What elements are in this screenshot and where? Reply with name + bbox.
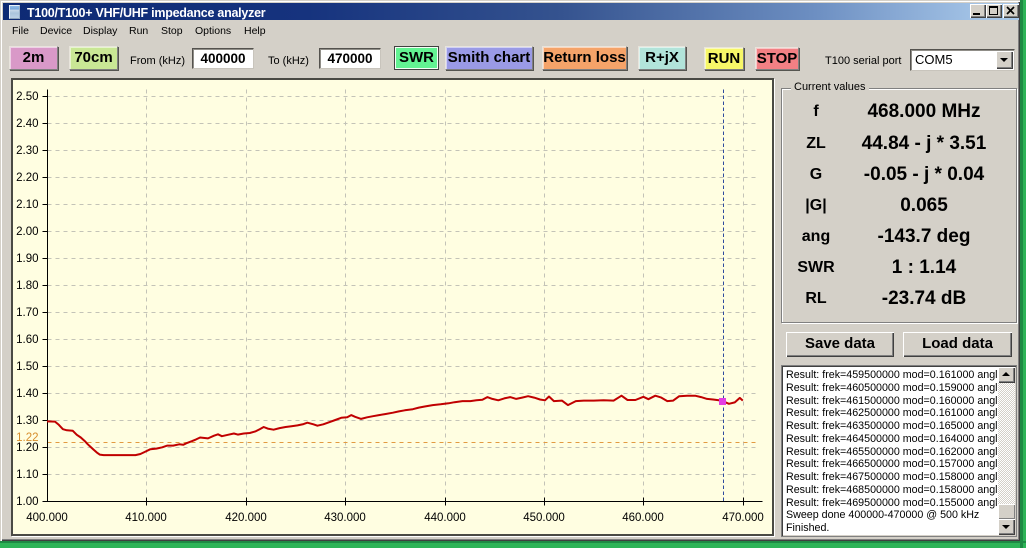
svg-text:430.000: 430.000 xyxy=(324,512,366,524)
svg-text:2.00: 2.00 xyxy=(16,226,38,238)
svg-text:2.20: 2.20 xyxy=(16,172,38,184)
svg-text:400.000: 400.000 xyxy=(26,512,68,524)
svg-text:460.000: 460.000 xyxy=(622,512,664,524)
svg-text:2.50: 2.50 xyxy=(16,91,38,103)
svg-text:1.80: 1.80 xyxy=(16,280,38,292)
svg-text:1.40: 1.40 xyxy=(16,388,38,400)
svg-text:1.22: 1.22 xyxy=(16,432,38,444)
svg-text:2.40: 2.40 xyxy=(16,118,38,130)
svg-text:410.000: 410.000 xyxy=(125,512,167,524)
svg-text:450.000: 450.000 xyxy=(523,512,565,524)
svg-text:470.000: 470.000 xyxy=(722,512,764,524)
svg-text:1.60: 1.60 xyxy=(16,334,38,346)
svg-text:1.10: 1.10 xyxy=(16,469,38,481)
svg-text:1.50: 1.50 xyxy=(16,361,38,373)
svg-text:2.10: 2.10 xyxy=(16,199,38,211)
svg-text:1.30: 1.30 xyxy=(16,415,38,427)
svg-text:420.000: 420.000 xyxy=(225,512,267,524)
svg-text:2.30: 2.30 xyxy=(16,145,38,157)
svg-text:440.000: 440.000 xyxy=(424,512,466,524)
svg-text:1.90: 1.90 xyxy=(16,253,38,265)
svg-text:1.00: 1.00 xyxy=(16,496,38,508)
svg-text:1.70: 1.70 xyxy=(16,307,38,319)
